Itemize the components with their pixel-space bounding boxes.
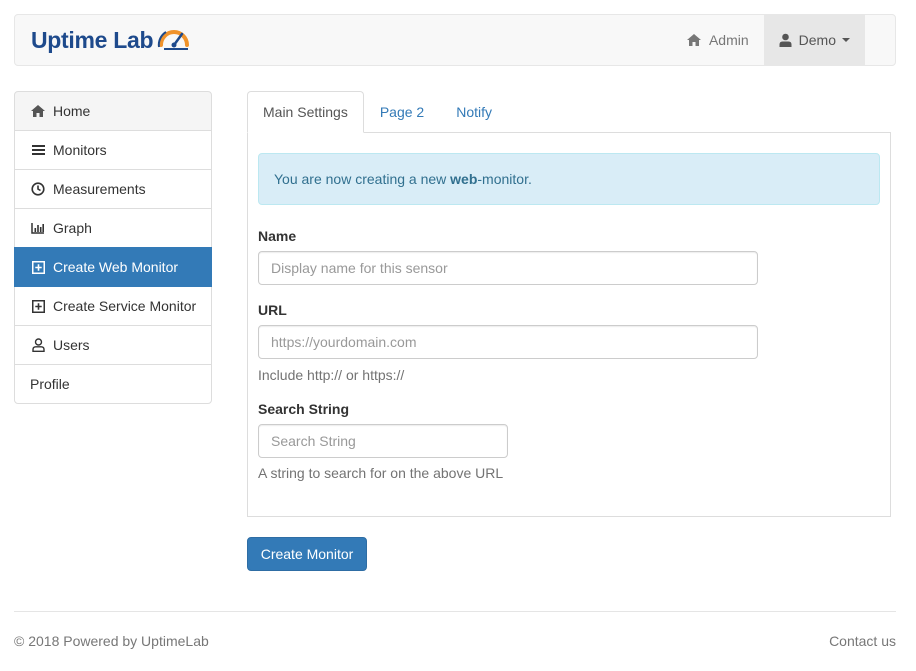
plus-square-icon (30, 259, 46, 275)
gauge-icon (158, 30, 190, 50)
sidebar-item-label: Graph (53, 220, 92, 236)
tab-page-2[interactable]: Page 2 (364, 91, 440, 133)
top-navbar: Uptime Lab Admin Demo (14, 14, 896, 66)
search-string-help-text: A string to search for on the above URL (258, 465, 504, 481)
sidebar-item-label: Create Web Monitor (53, 259, 179, 275)
url-input[interactable] (258, 325, 758, 359)
sidebar-item-measurements[interactable]: Measurements (14, 169, 212, 209)
sidebar-nav: Home Monitors Measurements Graph Create … (14, 91, 212, 404)
footer-copyright: © 2018 Powered by UptimeLab (14, 633, 209, 649)
search-string-label: Search String (258, 401, 350, 417)
sidebar-item-label: Measurements (53, 181, 146, 197)
name-input[interactable] (258, 251, 758, 285)
sidebar-item-users[interactable]: Users (14, 325, 212, 365)
user-outline-icon (30, 337, 46, 353)
url-help-text: Include http:// or https:// (258, 367, 405, 383)
info-alert: You are now creating a new web-monitor. (258, 153, 880, 205)
create-monitor-button[interactable]: Create Monitor (247, 537, 367, 571)
sidebar-item-profile[interactable]: Profile (14, 364, 212, 404)
name-label: Name (258, 228, 297, 244)
nav-admin-label: Admin (708, 32, 749, 48)
sidebar-item-graph[interactable]: Graph (14, 208, 212, 248)
user-dropdown-toggle[interactable]: Demo (763, 15, 865, 65)
bar-chart-icon (30, 220, 46, 236)
tab-notify[interactable]: Notify (440, 91, 508, 133)
nav-admin-link[interactable]: Admin (671, 15, 764, 65)
sidebar-item-label: Profile (30, 376, 70, 392)
brand-name: Uptime Lab (31, 26, 154, 53)
tab-panel-main-settings: You are now creating a new web-monitor. … (247, 132, 891, 517)
contact-us-link[interactable]: Contact us (829, 633, 896, 649)
caret-down-icon (842, 38, 850, 42)
list-icon (30, 142, 46, 158)
home-icon (686, 34, 701, 46)
sidebar-item-create-service-monitor[interactable]: Create Service Monitor (14, 286, 212, 326)
user-icon (779, 33, 792, 47)
search-string-input[interactable] (258, 424, 508, 458)
url-label: URL (258, 302, 287, 318)
sidebar-item-label: Create Service Monitor (53, 298, 197, 314)
sidebar-item-label: Home (53, 103, 91, 119)
home-icon (30, 103, 46, 119)
footer-divider (14, 611, 896, 612)
user-dropdown-label: Demo (798, 32, 836, 48)
sidebar-item-label: Users (53, 337, 90, 353)
plus-square-icon (30, 298, 46, 314)
sidebar-item-create-web-monitor[interactable]: Create Web Monitor (14, 247, 212, 287)
sidebar-item-label: Monitors (53, 142, 107, 158)
settings-tabs: Main Settings Page 2 Notify (247, 91, 508, 133)
sidebar-item-monitors[interactable]: Monitors (14, 130, 212, 170)
tab-main-settings[interactable]: Main Settings (247, 91, 364, 133)
sidebar-item-home[interactable]: Home (14, 91, 212, 131)
brand-logo[interactable]: Uptime Lab (31, 21, 192, 59)
clock-icon (30, 181, 46, 197)
